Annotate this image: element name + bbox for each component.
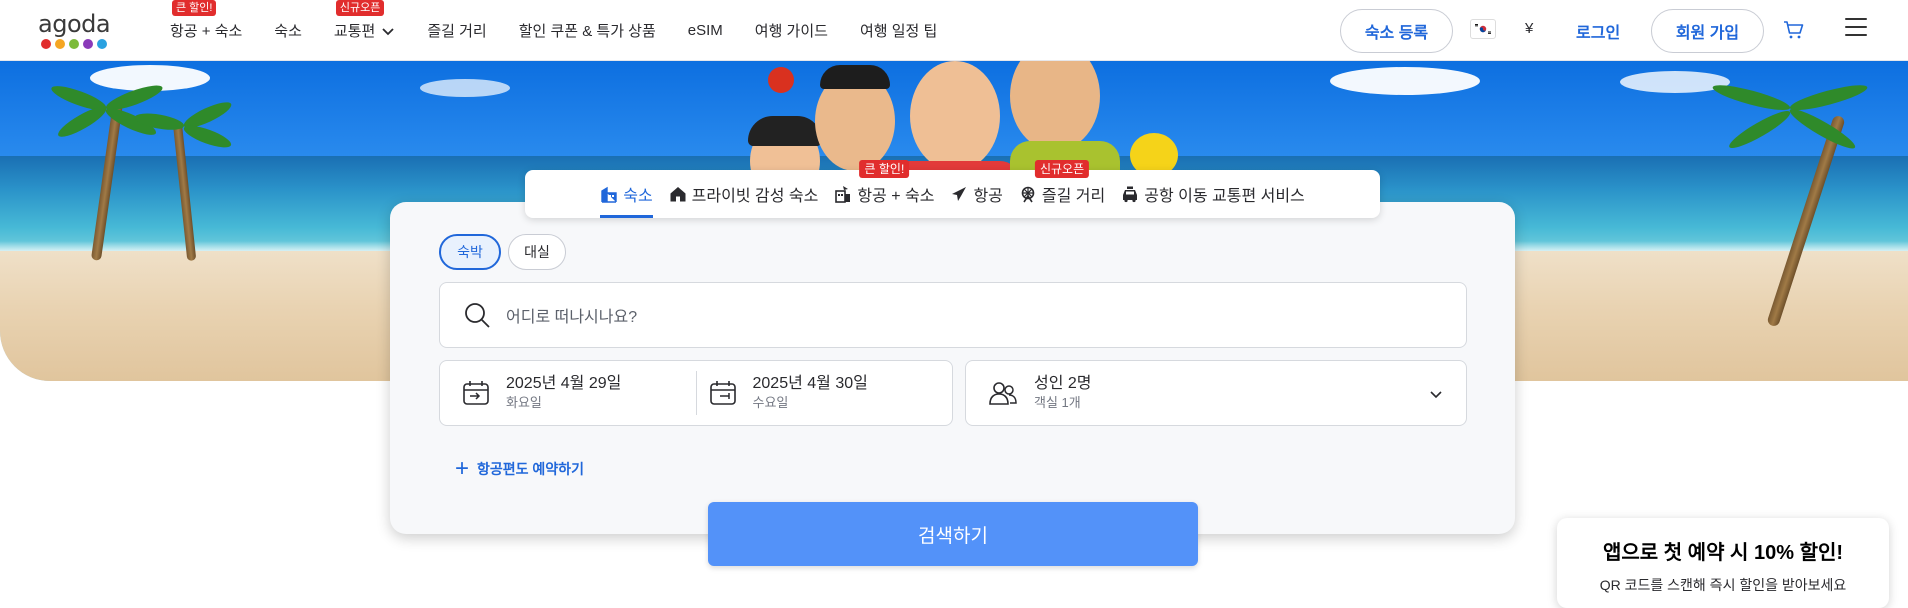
search-panel: 숙박 대실 어디로 떠나시나요? 2025년 4월 29일 화요일 2025년 … (390, 202, 1515, 534)
korean-flag-graphic (1473, 22, 1493, 36)
plus-icon: + (455, 455, 470, 482)
logo-dots (41, 39, 118, 49)
home-icon (670, 187, 686, 202)
list-property-button[interactable]: 숙소 등록 (1340, 9, 1453, 53)
nav-transport[interactable]: 신규오픈 교통편 (333, 0, 395, 41)
nav-esim[interactable]: eSIM (688, 22, 723, 39)
day-use-toggle[interactable]: 대실 (508, 234, 566, 270)
flight-hotel-icon (835, 186, 851, 203)
new-open-badge: 신규오픈 (335, 0, 385, 16)
mascot-red (768, 67, 794, 93)
logo-dot-purple (83, 39, 93, 49)
guests-rooms-selector[interactable]: 성인 2명 객실 1개 (965, 360, 1467, 426)
people-icon (989, 382, 1017, 405)
logo-dot-green (69, 39, 79, 49)
cart-icon[interactable] (1783, 20, 1805, 40)
nav-label: eSIM (687, 22, 723, 39)
main-nav: 큰 할인! 항공 + 숙소 숙소 신규오픈 교통편 즐길 거리 할인 쿠폰 & … (170, 0, 969, 61)
destination-placeholder: 어디로 떠나시나요? (506, 309, 638, 326)
agoda-logo[interactable]: agoda (38, 12, 118, 52)
big-discount-badge: 큰 할인! (859, 160, 910, 178)
promo-title: 앱으로 첫 예약 시 10% 할인! (1602, 542, 1844, 564)
rooms-count: 객실 1개 (1034, 395, 1081, 410)
guests-text: 성인 2명 객실 1개 (1034, 374, 1092, 412)
tab-label: 프라이빗 감성 숙소 (691, 188, 819, 205)
logo-dot-blue (97, 39, 107, 49)
character-hair (748, 116, 822, 146)
nav-travel-guides[interactable]: 여행 가이드 (755, 20, 828, 41)
big-discount-badge: 큰 할인! (172, 0, 217, 16)
nav-flight-hotel[interactable]: 큰 할인! 항공 + 숙소 (170, 0, 243, 41)
menu-hamburger-icon[interactable] (1845, 18, 1867, 38)
car-icon (1123, 186, 1138, 203)
tab-label: 즐길 거리 (1041, 188, 1106, 205)
nav-activities[interactable]: 즐길 거리 (427, 20, 486, 41)
checkout-text: 2025년 4월 30일 수요일 (753, 374, 868, 412)
guests-count: 성인 2명 (1034, 375, 1092, 392)
hotel-icon (601, 186, 617, 203)
checkin-date: 2025년 4월 29일 (506, 375, 622, 392)
nav-label: 숙소 (274, 23, 302, 40)
tab-label: 숙소 (623, 188, 653, 205)
tab-activities[interactable]: 신규오픈 즐길 거리 (1011, 160, 1113, 218)
logo-dot-red (41, 39, 51, 49)
calendar-checkin-icon (463, 381, 489, 405)
nav-label: 할인 쿠폰 & 특가 상품 (518, 23, 656, 40)
chevron-down-icon (1430, 391, 1442, 399)
tab-label: 공항 이동 교통편 서비스 (1144, 188, 1305, 205)
destination-search-input[interactable]: 어디로 떠나시나요? (439, 282, 1467, 348)
checkin-text: 2025년 4월 29일 화요일 (506, 374, 621, 412)
checkout-date-field[interactable]: 2025년 4월 30일 수요일 (695, 371, 953, 415)
tab-label: 항공 + 숙소 (857, 188, 935, 205)
tab-airport-transfer[interactable]: 공항 이동 교통편 서비스 (1113, 170, 1313, 218)
nav-label: 교통편 (333, 23, 376, 40)
chevron-down-icon (382, 27, 394, 35)
add-flight-button[interactable]: + 항공편도 예약하기 (455, 455, 584, 482)
top-navbar: agoda 큰 할인! 항공 + 숙소 숙소 신규오픈 교통편 즐길 거리 할인… (0, 0, 1908, 61)
checkout-date: 2025년 4월 30일 (752, 375, 868, 392)
korea-flag-icon[interactable] (1470, 19, 1496, 39)
nav-coupons-deals[interactable]: 할인 쿠폰 & 특가 상품 (519, 20, 656, 41)
checkin-day: 화요일 (506, 395, 542, 410)
product-tabs: 숙소 프라이빗 감성 숙소 큰 할인! 항공 + 숙소 항공 신규오픈 즐길 거… (525, 160, 1380, 218)
checkout-day: 수요일 (752, 395, 789, 410)
nav-travel-tips[interactable]: 여행 일정 팁 (860, 20, 937, 41)
search-button[interactable]: 검색하기 (708, 502, 1198, 566)
tab-flight-hotel[interactable]: 큰 할인! 항공 + 숙소 (826, 160, 942, 218)
promo-subtitle: QR 코드를 스캔해 즉시 할인을 받아보세요 (1599, 577, 1847, 593)
logo-dot-yellow (55, 39, 65, 49)
cloud (420, 79, 510, 97)
character-face (1010, 61, 1100, 151)
logo-wordmark: agoda (38, 10, 111, 38)
ferris-wheel-icon (1021, 186, 1035, 203)
calendar-checkout-icon (709, 381, 736, 405)
nav-label: 여행 일정 팁 (859, 23, 938, 40)
overnight-toggle[interactable]: 숙박 (439, 234, 501, 270)
character-hair (820, 65, 890, 89)
login-link[interactable]: 로그인 (1576, 19, 1620, 43)
plane-icon (952, 187, 967, 201)
tab-private-stays[interactable]: 프라이빗 감성 숙소 (661, 170, 827, 218)
nav-label: 즐길 거리 (427, 23, 487, 40)
new-open-badge: 신규오픈 (1034, 160, 1090, 178)
signup-button[interactable]: 회원 가입 (1651, 9, 1764, 53)
cloud (1330, 67, 1480, 95)
tab-hotels[interactable]: 숙소 (592, 170, 660, 218)
search-icon (465, 303, 490, 328)
tab-flights[interactable]: 항공 (942, 170, 1010, 218)
character-face (910, 61, 1000, 171)
tab-label: 항공 (973, 188, 1003, 205)
date-picker: 2025년 4월 29일 화요일 2025년 4월 30일 수요일 (439, 360, 953, 426)
checkin-date-field[interactable]: 2025년 4월 29일 화요일 (440, 361, 696, 425)
app-promo-banner[interactable]: 앱으로 첫 예약 시 10% 할인! QR 코드를 스캔해 즉시 할인을 받아보… (1557, 518, 1889, 608)
nav-label: 여행 가이드 (754, 23, 828, 40)
nav-hotels[interactable]: 숙소 (274, 20, 302, 41)
currency-selector[interactable]: ¥ (1525, 20, 1533, 37)
nav-label: 항공 + 숙소 (170, 23, 243, 40)
add-flight-label: 항공편도 예약하기 (477, 461, 584, 477)
